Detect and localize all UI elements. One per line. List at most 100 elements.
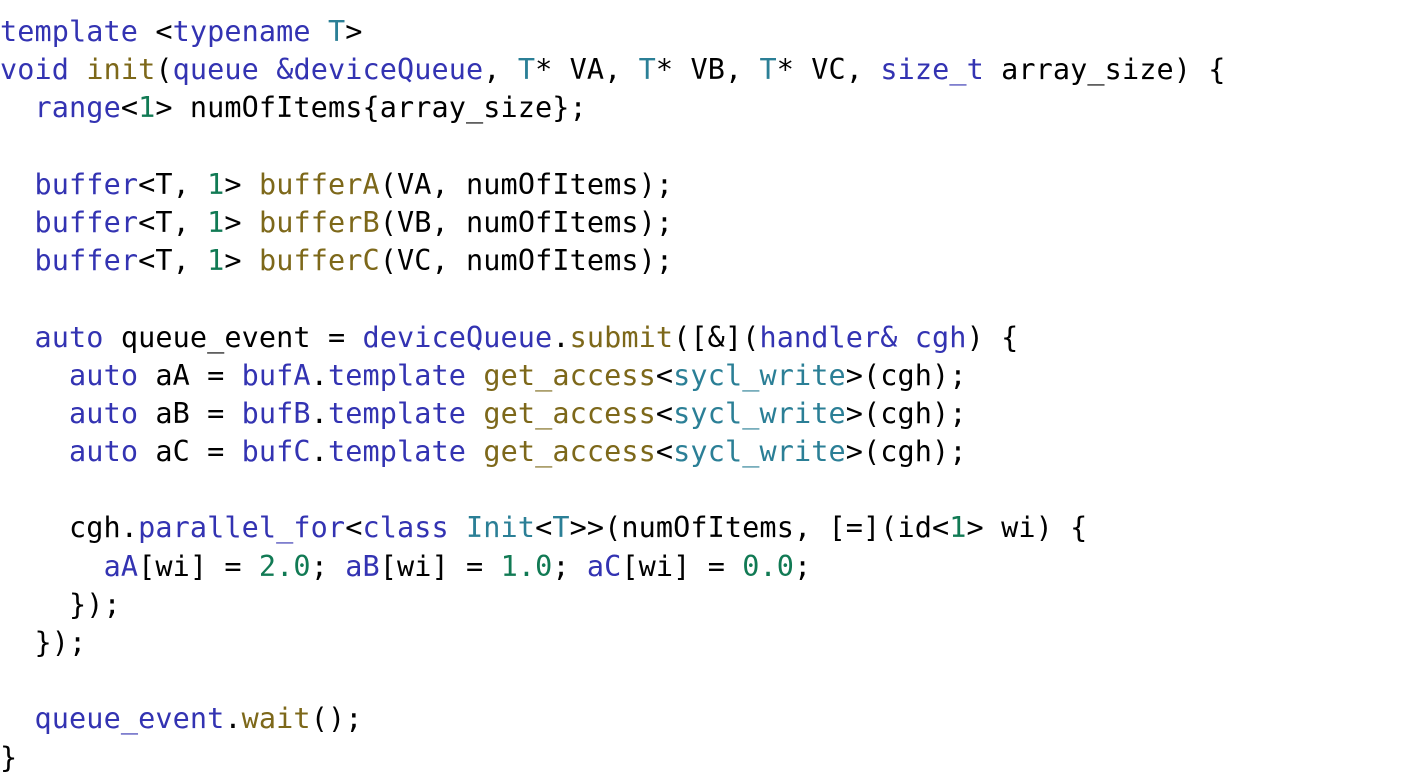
code-token: aC = — [138, 435, 242, 469]
code-token: auto — [69, 396, 139, 430]
code-token: * VC, — [776, 53, 881, 87]
code-token: T — [327, 15, 346, 48]
code-token: bufC — [241, 435, 311, 469]
code-token: bufferB — [258, 205, 380, 239]
code-token: get_access — [483, 358, 656, 392]
code-token: . — [224, 702, 242, 736]
code-token: 1 — [207, 205, 225, 239]
code-token: > — [224, 244, 259, 278]
code-line: buffer<T, 1> bufferC(VC, numOfItems); — [0, 242, 1421, 280]
code-token: > — [345, 15, 363, 48]
code-token: typename — [172, 15, 311, 48]
code-token: bufB — [241, 396, 311, 430]
code-token: (VA, numOfItems); — [379, 167, 674, 201]
code-token: sycl_write — [673, 435, 846, 469]
code-line: auto aC = bufC.template get_access<sycl_… — [0, 433, 1421, 471]
code-token: cgh. — [0, 511, 139, 545]
code-token: template — [327, 396, 467, 430]
code-token: . — [310, 435, 328, 469]
code-token: < — [155, 15, 173, 48]
code-token: <T, — [138, 167, 208, 201]
code-token: } — [0, 740, 18, 774]
code-token: buffer — [34, 167, 139, 201]
code-token: init — [86, 53, 156, 87]
code-token: &deviceQueue — [276, 53, 484, 87]
code-token: bufferA — [258, 167, 380, 201]
code-token: T — [517, 53, 536, 87]
code-token: < — [120, 91, 139, 125]
code-token: 1 — [207, 244, 225, 278]
code-token: <T, — [138, 205, 208, 239]
code-line: auto aB = bufB.template get_access<sycl_… — [0, 395, 1421, 433]
code-line: range<1> numOfItems{array_size}; — [0, 89, 1421, 127]
code-token: }); — [0, 587, 121, 621]
code-token: aB — [345, 549, 380, 583]
code-token: parallel_for — [138, 511, 346, 545]
code-token: >(cgh); — [845, 396, 967, 430]
code-token: queue — [172, 53, 259, 87]
code-token: size_t — [880, 53, 984, 87]
code-token: aC — [586, 549, 622, 583]
code-token: T — [552, 511, 570, 545]
code-token: * VA, — [535, 53, 639, 87]
code-token: class — [362, 511, 449, 545]
code-token: >>(numOfItems, [=](id< — [569, 511, 950, 545]
code-token: template — [327, 358, 467, 392]
code-token: buffer — [34, 205, 139, 239]
code-token: }); — [0, 626, 87, 659]
code-token: > — [224, 167, 259, 201]
code-token: template — [0, 15, 139, 48]
code-token: * VB, — [655, 53, 760, 87]
code-token: sycl_write — [673, 358, 846, 392]
code-token: < — [345, 511, 363, 545]
code-token: < — [655, 396, 674, 430]
code-token: auto — [69, 435, 139, 469]
code-token: 1 — [138, 91, 156, 125]
code-token: . — [310, 358, 328, 392]
code-token: ) { — [966, 320, 1019, 354]
code-token: template — [327, 435, 467, 469]
code-token: ([&]( — [673, 320, 760, 354]
code-token: array_size) { — [983, 53, 1226, 87]
code-line: queue_event.wait(); — [0, 700, 1421, 738]
code-line: template <typename T> — [0, 13, 1421, 51]
code-token: queue_event = — [103, 320, 363, 354]
code-token: aA — [103, 549, 139, 583]
code-token: > wi) { — [966, 511, 1088, 545]
code-token: 1 — [207, 167, 225, 201]
code-token: , — [483, 53, 518, 87]
code-token: [wi] = — [138, 549, 259, 583]
code-token: [wi] = — [379, 549, 501, 583]
code-token: (VB, numOfItems); — [379, 205, 674, 239]
code-token: 0.0 — [742, 549, 794, 583]
code-token: < — [535, 511, 553, 545]
code-token: > — [224, 205, 259, 239]
code-token: . — [310, 396, 328, 430]
code-token: wait — [241, 702, 311, 736]
code-token: void — [0, 53, 70, 87]
code-token: ; — [794, 549, 812, 583]
code-token: >(cgh); — [845, 358, 967, 392]
code-token: T — [759, 53, 777, 87]
code-line: }); — [0, 624, 1421, 662]
code-line: cgh.parallel_for<class Init<T>>(numOfIte… — [0, 509, 1421, 547]
code-token: ; — [552, 549, 587, 583]
code-token: > numOfItems{array_size}; — [155, 91, 587, 125]
code-token: range — [34, 91, 121, 125]
